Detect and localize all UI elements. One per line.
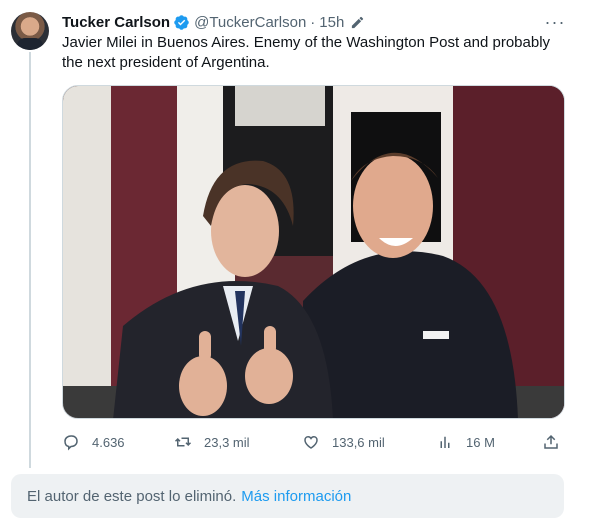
repost-button[interactable]: 23,3 mil xyxy=(174,428,250,456)
author-handle[interactable]: @TuckerCarlson xyxy=(194,14,306,31)
deleted-post-notice: El autor de este post lo eliminó. Más in… xyxy=(11,474,564,518)
reply-icon xyxy=(64,435,78,451)
repost-count: 23,3 mil xyxy=(204,434,250,450)
share-icon xyxy=(544,434,558,449)
views-count: 16 M xyxy=(466,434,495,450)
verified-badge-icon xyxy=(173,14,190,31)
tweet-photo[interactable] xyxy=(62,85,565,419)
photo-illustration xyxy=(63,86,564,418)
share-button[interactable] xyxy=(542,428,572,456)
notice-text: El autor de este post lo eliminó. xyxy=(27,487,237,505)
separator-dot: · xyxy=(310,13,316,31)
tweet-actions: 4.636 23,3 mil 133,6 mil 16 M xyxy=(62,428,565,456)
tweet-header: Tucker Carlson @TuckerCarlson · 15h xyxy=(62,12,365,32)
like-button[interactable]: 133,6 mil xyxy=(302,428,385,456)
like-count: 133,6 mil xyxy=(332,434,385,450)
like-icon xyxy=(304,435,318,449)
more-info-link[interactable]: Más información xyxy=(241,488,351,505)
author-name[interactable]: Tucker Carlson xyxy=(62,14,170,31)
timestamp[interactable]: 15h xyxy=(319,14,344,31)
reply-count: 4.636 xyxy=(92,434,125,450)
tweet-text: Javier Milei in Buenos Aires. Enemy of t… xyxy=(62,34,551,71)
thread-line xyxy=(29,52,31,468)
avatar[interactable] xyxy=(11,12,49,50)
more-icon[interactable]: ··· xyxy=(543,10,567,34)
repost-icon xyxy=(174,437,192,447)
reply-button[interactable]: 4.636 xyxy=(62,428,125,456)
edit-icon xyxy=(350,15,365,30)
views-button[interactable]: 16 M xyxy=(436,428,495,456)
views-icon xyxy=(440,436,450,448)
